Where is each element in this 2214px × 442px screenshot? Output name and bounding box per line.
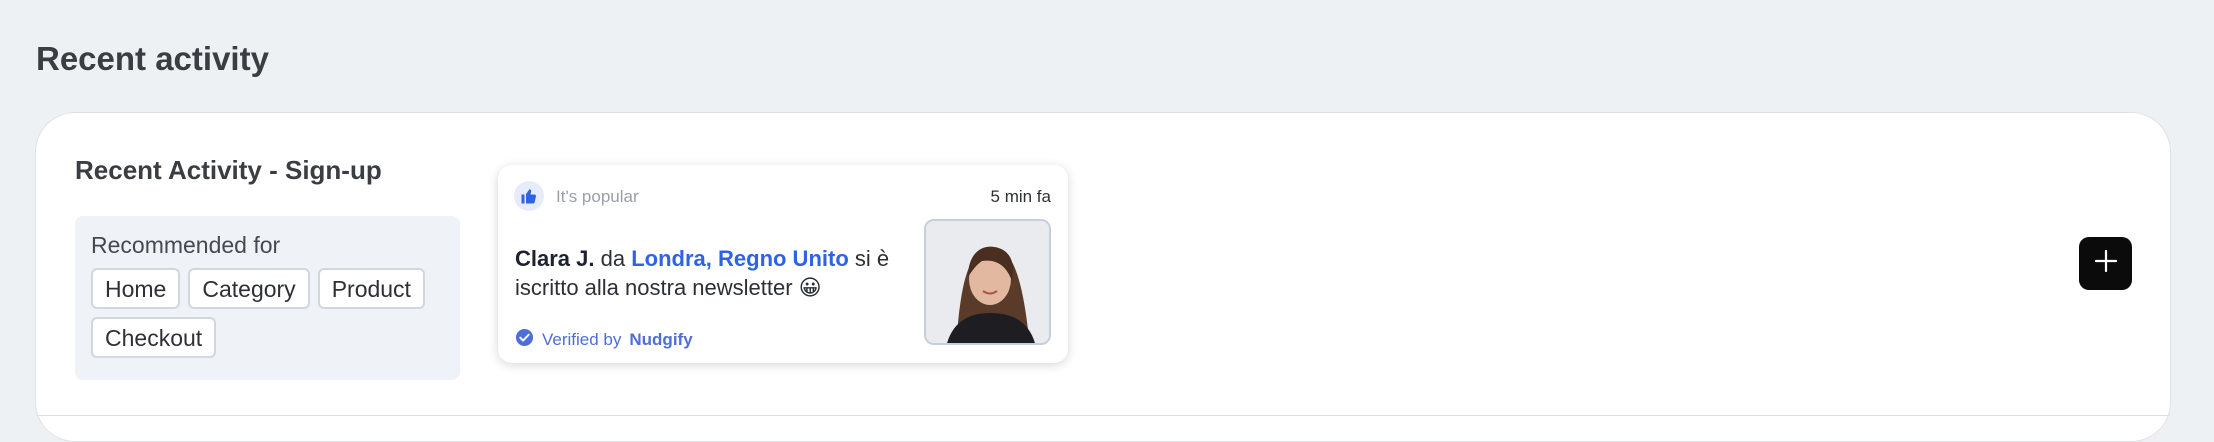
tag-home[interactable]: Home bbox=[91, 268, 181, 309]
activity-card: Recent Activity - Sign-up Recommended fo… bbox=[35, 112, 2171, 442]
tag-list: Home Category Product Checkout bbox=[91, 268, 451, 358]
plus-icon bbox=[2093, 248, 2119, 279]
notification-preview[interactable]: It's popular 5 min fa Clara J. da Londra… bbox=[498, 165, 1068, 363]
tag-checkout[interactable]: Checkout bbox=[91, 317, 217, 358]
tag-category[interactable]: Category bbox=[188, 268, 310, 309]
verified-line: Verified by Nudgify bbox=[515, 328, 693, 352]
card-divider bbox=[36, 415, 2170, 416]
customer-name: Clara J. bbox=[515, 246, 595, 271]
popular-label: It's popular bbox=[556, 187, 639, 206]
section-title: Recent Activity - Sign-up bbox=[75, 155, 382, 185]
verified-brand: Nudgify bbox=[629, 330, 693, 349]
recommended-label: Recommended for bbox=[91, 232, 281, 258]
add-button[interactable] bbox=[2079, 237, 2132, 290]
check-circle-icon bbox=[515, 328, 534, 352]
recommended-box: Recommended for Home Category Product Ch… bbox=[75, 216, 460, 380]
time-label: 5 min fa bbox=[990, 187, 1051, 206]
customer-location: Londra, Regno Unito bbox=[631, 246, 849, 271]
verified-prefix: Verified by bbox=[542, 330, 622, 349]
from-word: da bbox=[600, 246, 626, 271]
thumbs-up-icon bbox=[514, 181, 544, 211]
notification-message: Clara J. da Londra, Regno Unito si è isc… bbox=[515, 244, 925, 302]
avatar bbox=[924, 219, 1051, 345]
tag-product[interactable]: Product bbox=[317, 268, 425, 309]
page-title: Recent activity bbox=[36, 40, 269, 77]
